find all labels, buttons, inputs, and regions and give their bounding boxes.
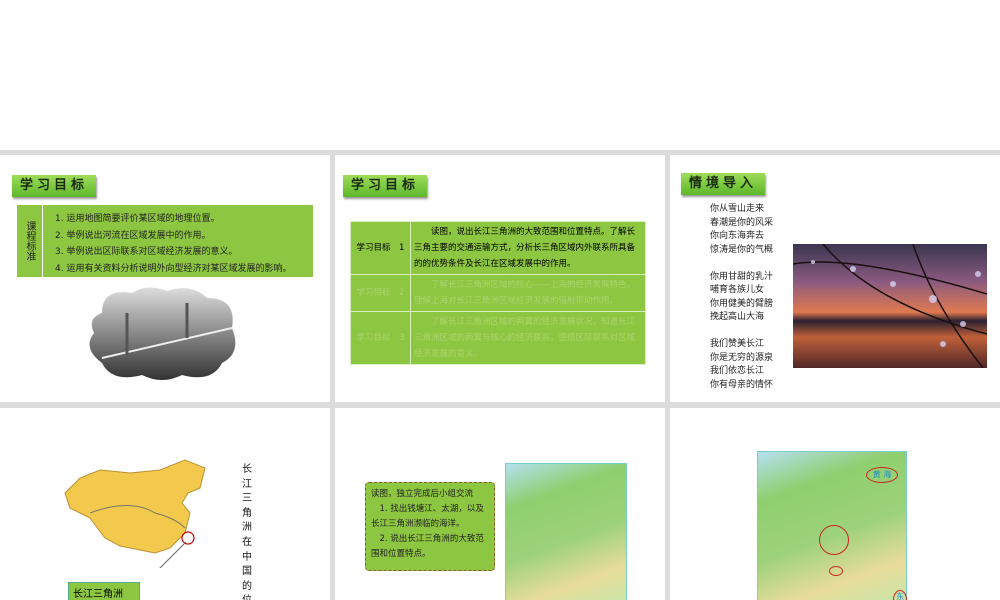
curriculum-item: 3. 举例说出区际联系对区域经济发展的意义。 — [55, 247, 238, 257]
poem-line: 我们赞美长江 — [710, 339, 765, 349]
objective-label: 学习目标 3 — [350, 311, 411, 365]
slide-4[interactable]: 长江三角洲 长江三角洲在中国的位置 — [0, 408, 330, 600]
section-tag: 学习目标 — [343, 175, 428, 197]
curriculum-item: 1. 运用地图简要评价某区域的地理位置。 — [55, 214, 220, 224]
slide-grid: 学习目标 课程标准 1. 运用地图简要评价某区域的地理位置。 2. 举例说出河流… — [0, 150, 1000, 600]
objective-text: 了解长江三角洲区域的两翼的经济发展状况，知道长江三角洲区域的两翼与核心的经济联系… — [410, 311, 646, 365]
slide-3[interactable]: 情境导入 你从雪山走来 春潮是你的风采 你向东海奔去 惊涛是你的气概 你用甘甜的乳汁哺… — [670, 155, 1000, 402]
curriculum-table: 课程标准 1. 运用地图简要评价某区域的地理位置。 2. 举例说出河流在区域发展… — [17, 205, 313, 277]
bridge-cloud-image — [89, 287, 236, 380]
delta-map — [505, 463, 627, 600]
poem-line: 你用甘甜的乳汁 — [710, 271, 774, 282]
poem-line: 你从雪山走来 — [710, 204, 765, 214]
china-map — [64, 459, 206, 568]
poem-line: 你向东海奔去 — [710, 231, 765, 241]
objective-label: 学习目标 1 — [350, 221, 411, 275]
yangtze-delta-label: 长江三角洲 — [68, 582, 140, 600]
vertical-caption: 长江三角洲在中国的位置 — [242, 464, 252, 600]
objective-label: 学习目标 2 — [350, 274, 411, 312]
slide-2[interactable]: 学习目标 学习目标 1 读图，说出长江三角洲的大致范围和位置特点。了解长三角主要的… — [335, 155, 665, 402]
table-row: 学习目标 2 了解长江三角洲区域的核心——上海的经济发展特色，理解上海对长江三角洲… — [350, 274, 646, 312]
delta-map-annotated: 黄 海 东 — [757, 451, 907, 600]
section-tag: 学习目标 — [12, 175, 97, 197]
task-title: 读图，独立完成后小组交流 — [371, 489, 474, 499]
curriculum-item: 2. 举例说出河流在区域发展中的作用。 — [55, 230, 211, 241]
slide-5[interactable]: 读图，独立完成后小组交流 1. 找出钱塘江、太湖，以及长江三角洲濒临的海洋。 2… — [335, 408, 665, 600]
table-row: 学习目标 3 了解长江三角洲区域的两翼的经济发展状况，知道长江三角洲区域的两翼与核… — [350, 311, 646, 365]
poem-line: 我们依恋长江 — [710, 366, 765, 376]
curriculum-header: 课程标准 — [17, 205, 43, 277]
task-item: 2. 说出长江三角洲的大致范围和位置特点。 — [371, 534, 484, 559]
poem-line: 惊涛是你的气概 — [710, 244, 774, 255]
sunset-blossom-image — [792, 243, 988, 369]
qiantang-circle — [829, 566, 843, 576]
poem-line: 你有母亲的情怀 — [710, 379, 774, 390]
poem-line: 挽起高山大海 — [710, 312, 765, 322]
yellow-sea-label: 黄 海 — [866, 467, 898, 483]
objectives-table: 学习目标 1 读图，说出长江三角洲的大致范围和位置特点。了解长三角主要的交通运输方… — [350, 221, 646, 365]
curriculum-item: 4. 运用有关资料分析说明外向型经济对某区域发展的影响。 — [55, 263, 292, 274]
poem-line: 哺育各族儿女 — [710, 285, 765, 295]
section-tag: 情境导入 — [681, 173, 766, 195]
objective-text: 了解长江三角洲区域的核心——上海的经济发展特色，理解上海对长江三角洲区域经济发展… — [410, 274, 646, 312]
table-row: 学习目标 1 读图，说出长江三角洲的大致范围和位置特点。了解长三角主要的交通运输方… — [350, 221, 646, 275]
objective-text: 读图，说出长江三角洲的大致范围和位置特点。了解长三角主要的交通运输方式，分析长三… — [410, 221, 646, 275]
poem-line: 春潮是你的风采 — [710, 217, 774, 228]
taihu-circle — [819, 525, 849, 555]
slide-6[interactable]: 黄 海 东 — [670, 408, 1000, 600]
east-sea-label: 东 — [893, 590, 907, 600]
poem: 你从雪山走来 春潮是你的风采 你向东海奔去 惊涛是你的气概 你用甘甜的乳汁 哺育各族儿女… — [710, 203, 773, 402]
poem-line: 你是无穷的源泉 — [710, 352, 774, 363]
slide-1[interactable]: 学习目标 课程标准 1. 运用地图简要评价某区域的地理位置。 2. 举例说出河流… — [0, 155, 330, 402]
poem-line: 你用健美的臂膀 — [710, 298, 774, 309]
task-item: 1. 找出钱塘江、太湖，以及长江三角洲濒临的海洋。 — [371, 504, 484, 529]
task-box: 读图，独立完成后小组交流 1. 找出钱塘江、太湖，以及长江三角洲濒临的海洋。 2… — [365, 482, 495, 571]
